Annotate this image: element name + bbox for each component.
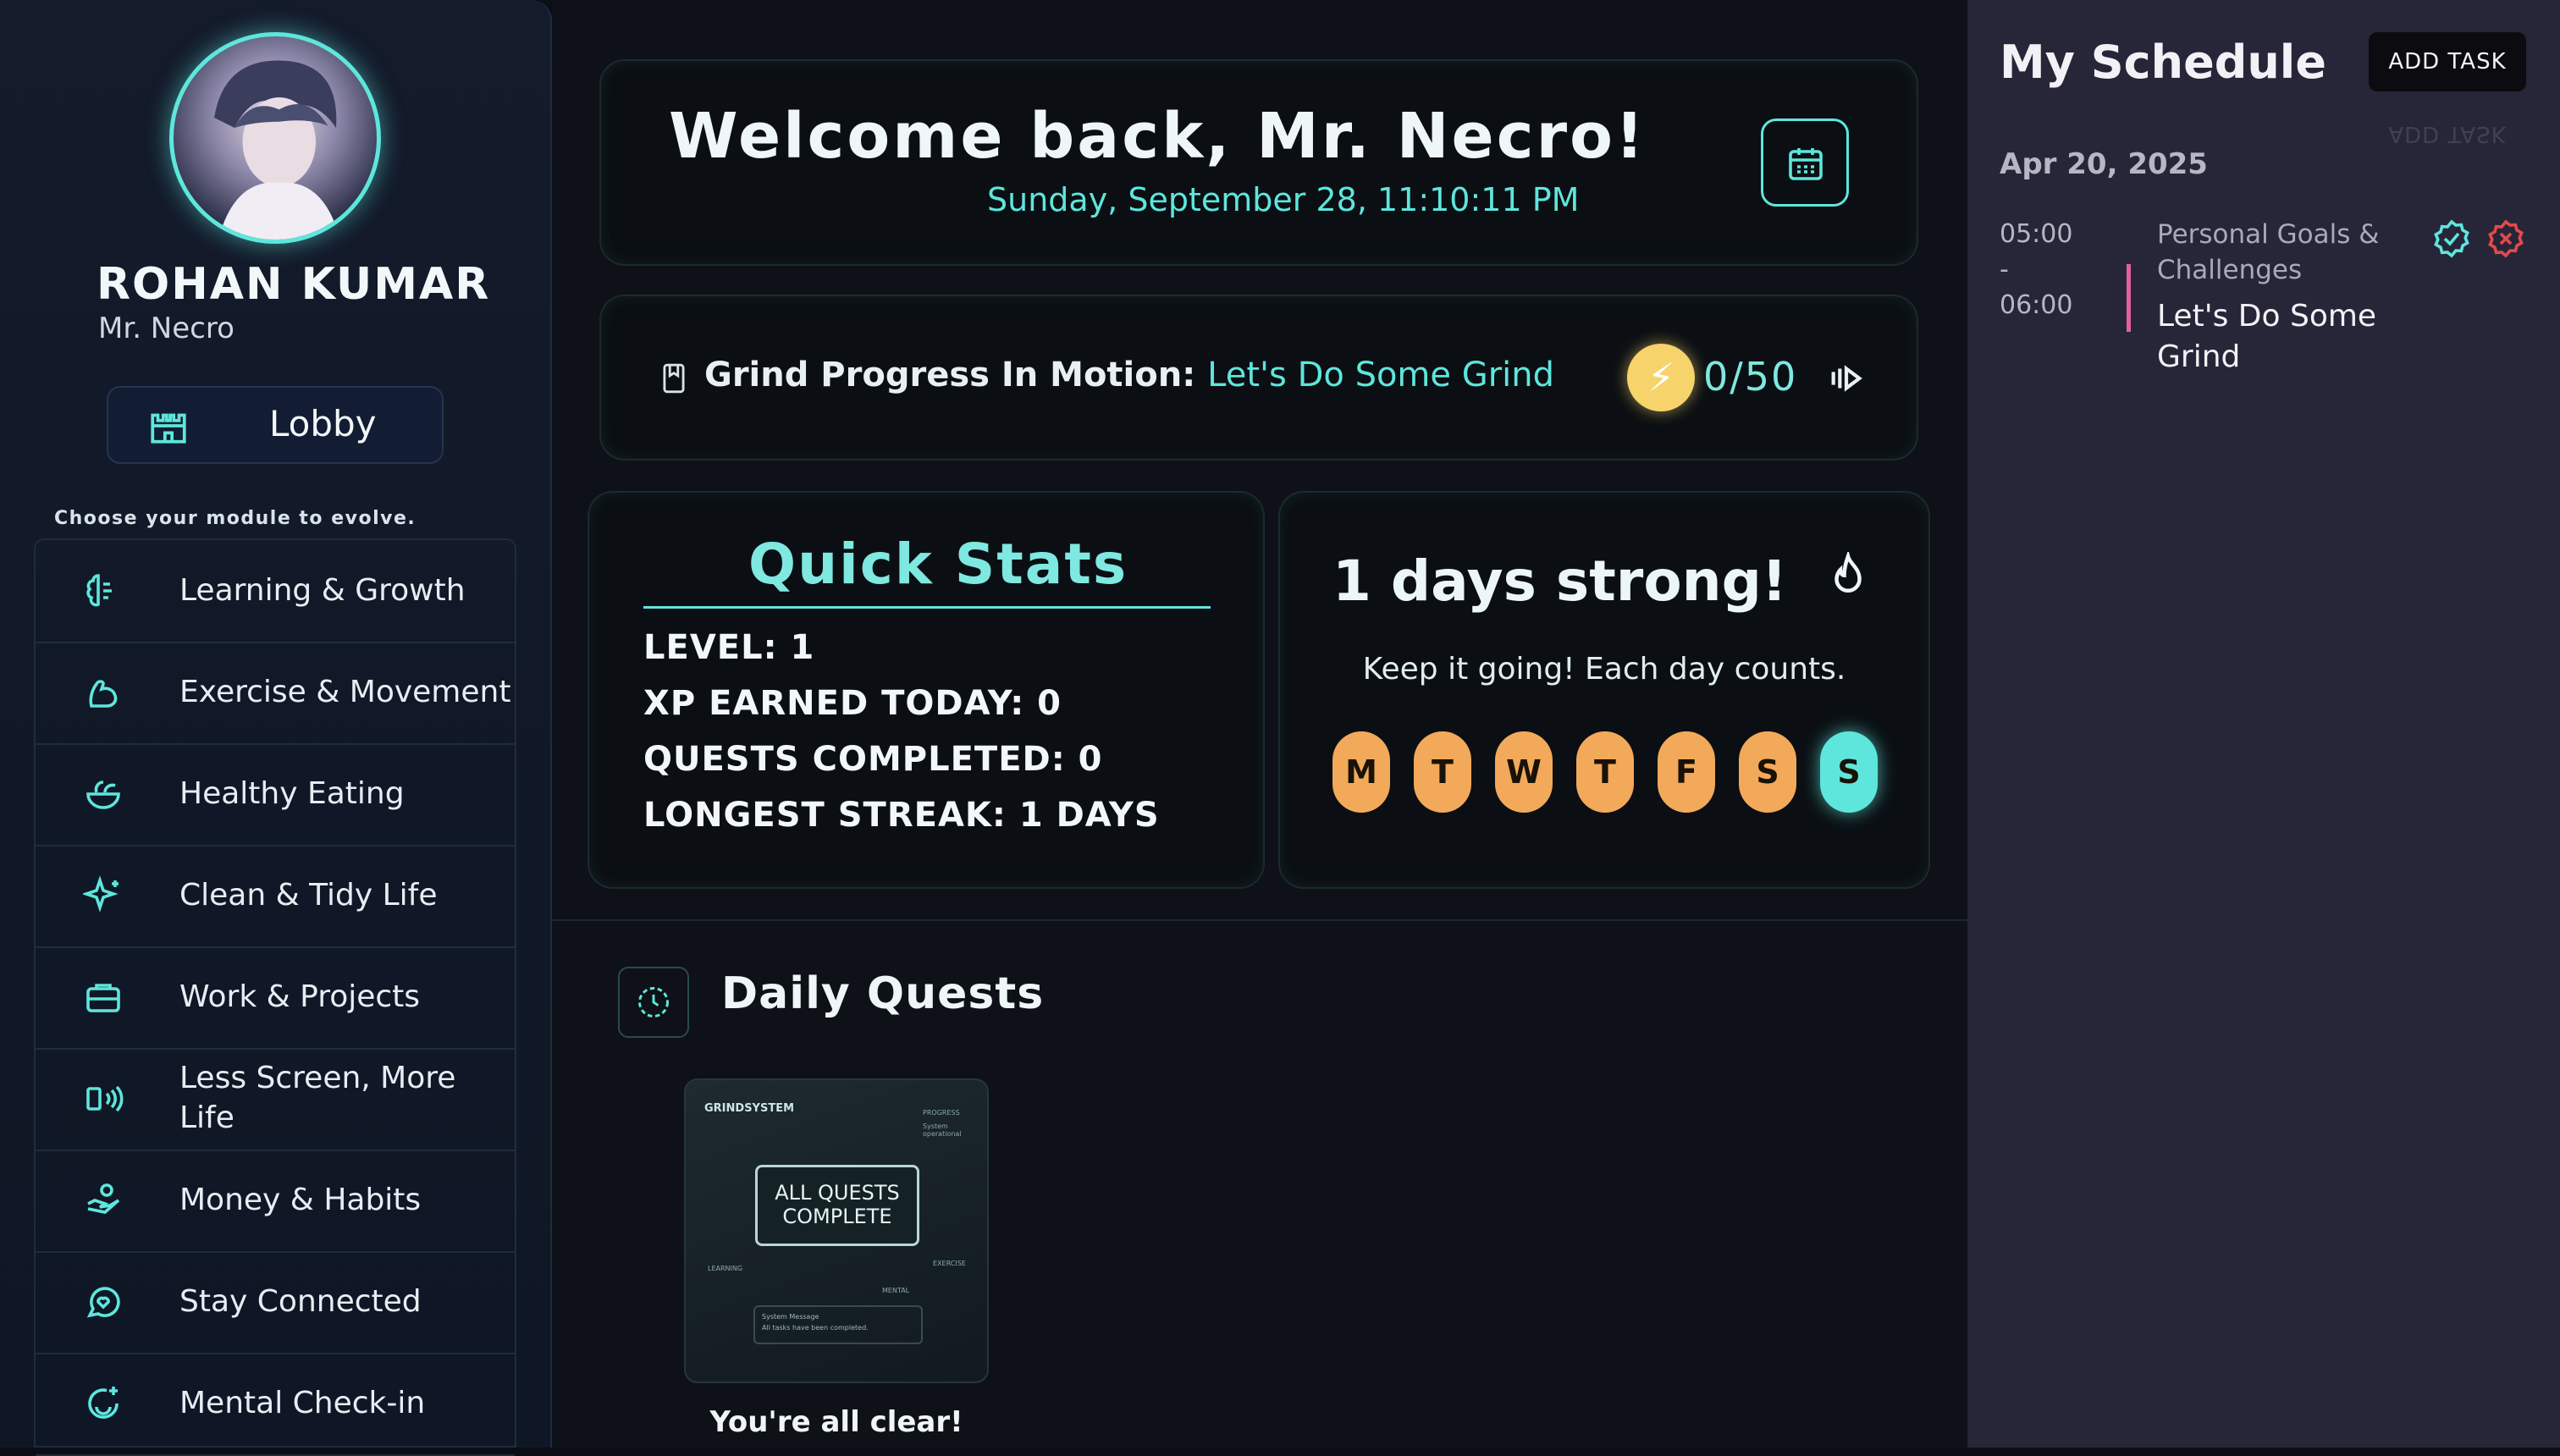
lobby-label: Lobby [269,403,377,444]
thumb-message-body: All tasks have been completed. [762,1323,869,1332]
quests-complete-image: GRINDSYSTEM PROGRESS System operational … [684,1078,989,1383]
task-color-bar [2127,264,2131,332]
thumb-status: System operational [923,1122,962,1138]
schedule-date: Apr 20, 2025 [2000,147,2208,181]
welcome-title: Welcome back, Mr. Necro! [669,100,1647,173]
thumb-message: System Message All tasks have been compl… [753,1305,923,1344]
module-prompt: Choose your module to evolve. [54,508,417,529]
add-task-button[interactable]: ADD TASK [2369,32,2526,91]
all-clear-text: You're all clear! [709,1405,963,1439]
stat-quests: QUESTS COMPLETED: 0 [643,740,1103,779]
module-healthy-eating[interactable]: Healthy Eating [36,743,515,847]
day-pill: T [1414,731,1471,813]
divider [643,606,1211,609]
calendar-icon [1785,143,1826,184]
day-pill: W [1495,731,1553,813]
progress-highlight: Let's Do Some Grind [1207,356,1555,394]
sparkles-icon [83,875,124,916]
progress-count: 0/50 [1703,354,1798,400]
lobby-button[interactable]: Lobby [107,386,444,464]
streak-title: 1 days strong! [1332,549,1787,614]
add-task-reflection: ADD TASK [2388,121,2507,146]
stat-xp: XP EARNED TODAY: 0 [643,684,1062,723]
task-end: 06:00 [2000,290,2073,320]
hand-coins-icon [83,1180,124,1221]
day-pill: M [1332,731,1390,813]
task-name: Let's Do Some Grind [2157,299,2377,374]
progress-prefix: Grind Progress In Motion: [704,356,1196,394]
briefcase-icon [83,977,124,1018]
thumb-label: LEARNING [708,1265,743,1272]
task-category: Personal Goals & Challenges [2157,219,2380,285]
quick-stats-title: Quick Stats [748,532,1128,597]
module-exercise[interactable]: Exercise & Movement [36,642,515,745]
day-pill: S [1739,731,1796,813]
brain-icon [83,571,124,611]
task-separator: - [2000,255,2009,284]
module-label: Mental Check-in [179,1385,426,1420]
module-learning[interactable]: Learning & Growth [36,540,515,643]
module-stay-connected[interactable]: Stay Connected [36,1251,515,1354]
module-clean-tidy[interactable]: Clean & Tidy Life [36,845,515,948]
stat-level: LEVEL: 1 [643,628,815,667]
bicep-icon [83,672,124,713]
module-label: Work & Projects [179,979,421,1014]
smile-plus-icon [83,1383,124,1424]
clock-icon [618,967,689,1038]
module-less-screen[interactable]: Less Screen, More Life [36,1048,515,1151]
flame-icon [1825,552,1871,603]
thumb-complete-box: ALL QUESTS COMPLETE [755,1165,919,1246]
salad-icon [83,774,124,814]
bookmark-icon [660,362,687,394]
day-pill-active: S [1820,731,1878,813]
module-label: Exercise & Movement [179,674,511,709]
task-start: 05:00 [2000,219,2073,249]
module-label: Money & Habits [179,1182,422,1217]
phone-off-icon [83,1078,124,1119]
day-pill: F [1658,731,1715,813]
arrow-right-icon[interactable] [1827,359,1866,398]
day-pill: T [1576,731,1634,813]
module-mental-checkin[interactable]: Mental Check-in [36,1353,515,1456]
delete-icon[interactable] [2486,218,2526,259]
user-alias: Mr. Necro [98,312,234,345]
module-label: Healthy Eating [179,775,405,811]
thumb-label: EXERCISE [933,1260,966,1267]
module-label: Less Screen, More Life [179,1061,456,1135]
thumb-brand: GRINDSYSTEM [704,1102,795,1115]
thumb-message-title: System Message [762,1313,819,1321]
section-divider [552,919,1967,921]
check-badge-icon[interactable] [2431,218,2472,259]
daily-quests-title: Daily Quests [721,968,1045,1019]
module-label: Learning & Growth [179,572,466,608]
thumb-status: PROGRESS [923,1109,960,1117]
thumb-label: MENTAL [882,1287,910,1294]
module-money-habits[interactable]: Money & Habits [36,1150,515,1253]
module-label: Stay Connected [179,1283,422,1319]
module-work-projects[interactable]: Work & Projects [36,946,515,1050]
user-name: ROHAN KUMAR [97,259,491,310]
castle-icon [147,405,190,447]
chat-heart-icon [83,1282,124,1322]
module-label: Clean & Tidy Life [179,877,438,913]
progress-text: Grind Progress In Motion: Let's Do Some … [704,356,1554,394]
stat-streak: LONGEST STREAK: 1 DAYS [643,796,1160,835]
schedule-title: My Schedule [2000,36,2326,89]
avatar[interactable] [169,32,381,244]
bolt-icon: ⚡ [1627,344,1695,411]
streak-message: Keep it going! Each day counts. [1362,652,1846,687]
calendar-button[interactable] [1761,119,1849,207]
task-time: 05:00 - 06:00 [2000,217,2072,323]
module-list: Learning & Growth Exercise & Movement He… [34,538,516,1456]
current-datetime: Sunday, September 28, 11:10:11 PM [987,181,1580,218]
